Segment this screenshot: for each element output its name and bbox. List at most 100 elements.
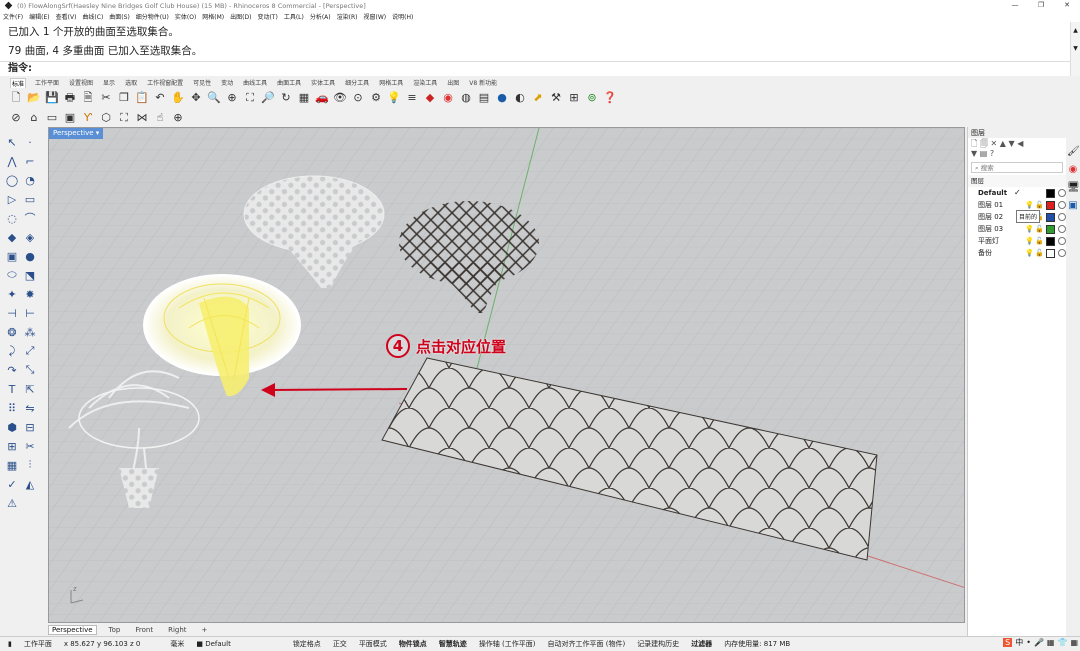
menu-item[interactable]: 曲线(C) (82, 12, 103, 21)
menu-item[interactable]: 文件(F) (3, 12, 23, 21)
command-prompt[interactable]: 指令: (0, 61, 1070, 76)
layer-color-swatch[interactable] (1046, 237, 1055, 246)
check-icon[interactable]: ✓ (4, 476, 20, 492)
status-toggle[interactable]: 正交 (333, 640, 347, 648)
gumball-icon[interactable]: ⊕ (170, 110, 186, 126)
grid-array-icon[interactable]: ⊞ (4, 438, 20, 454)
grid-icon[interactable]: ⊞ (566, 90, 582, 106)
rotate-icon[interactable]: ↷ (4, 362, 20, 378)
lock-icon[interactable]: 🔓 (1035, 247, 1044, 259)
join-icon[interactable]: ⁂ (22, 324, 38, 340)
properties-icon[interactable]: 🗎 (80, 90, 96, 106)
polyline-icon[interactable]: ⋀ (4, 153, 20, 169)
status-toggle[interactable]: 操作轴 (工作平面) (479, 640, 536, 648)
layer-color-swatch[interactable] (1046, 225, 1055, 234)
toolbar-tab[interactable]: 工作平面 (34, 78, 60, 87)
surface-icon[interactable]: ◆ (4, 229, 20, 245)
layer-color-swatch[interactable] (1046, 201, 1055, 210)
paint-icon[interactable]: ⚠ (4, 495, 20, 511)
zoom-extents-icon[interactable]: ⛶ (242, 90, 258, 106)
scroll-up-icon[interactable]: ▲ (1071, 22, 1080, 40)
toolbar-tab[interactable]: 网格工具 (378, 78, 404, 87)
layer-row[interactable]: 图层 03 💡 🔓 (968, 223, 1066, 235)
move-up-icon[interactable]: ▲ (1000, 139, 1006, 148)
cut-icon[interactable]: ✂ (98, 90, 114, 106)
scale-icon[interactable]: ⤡ (22, 362, 38, 378)
scroll-down-icon[interactable]: ▼ (1071, 40, 1080, 58)
display-tab-icon[interactable]: 🖥 (1067, 182, 1080, 194)
delete-layer-icon[interactable]: ✕ (991, 139, 998, 148)
paste-icon[interactable]: 📋 (134, 90, 150, 106)
sphere-solid-icon[interactable]: ● (22, 248, 38, 264)
new-file-icon[interactable]: 🗋 (8, 90, 24, 106)
tray-dot-icon[interactable]: • (1026, 638, 1031, 647)
dimension-icon[interactable]: ⇱ (22, 381, 38, 397)
mesh-icon[interactable]: ⋈ (134, 110, 150, 126)
mic-icon[interactable]: 🎤 (1034, 638, 1044, 647)
toolbar-tab[interactable]: 显示 (102, 78, 116, 87)
cplane-label[interactable]: 工作平面 (24, 639, 52, 649)
zoom-icon[interactable]: 🔍 (206, 90, 222, 106)
layer-color-swatch[interactable] (1046, 189, 1055, 198)
minimize-button[interactable]: — (1002, 0, 1028, 11)
copy-icon[interactable]: ❐ (116, 90, 132, 106)
menu-item[interactable]: 分析(A) (310, 12, 331, 21)
move-down-icon[interactable]: ▼ (1008, 139, 1014, 148)
ime-icon[interactable]: S (1003, 638, 1013, 647)
group-icon[interactable]: ⬢ (4, 419, 20, 435)
toolbar-tab[interactable]: 工作视窗配置 (146, 78, 184, 87)
snap-icon[interactable]: ⚙ (368, 90, 384, 106)
menu-item[interactable]: 网格(M) (202, 12, 224, 21)
toolbar-tab[interactable]: 渲染工具 (412, 78, 438, 87)
material-icon[interactable]: ◆ (422, 90, 438, 106)
print-icon[interactable]: 🖶 (62, 90, 78, 106)
arc-icon[interactable]: ◔ (22, 172, 38, 188)
rotate-view-icon[interactable]: ↻ (278, 90, 294, 106)
sphere-icon[interactable]: ● (494, 90, 510, 106)
maximize-button[interactable]: ❐ (1028, 0, 1054, 11)
render-icon[interactable]: ▤ (476, 90, 492, 106)
mesh-tool-icon[interactable]: ✦ (4, 286, 20, 302)
status-toggle[interactable]: 平面模式 (359, 640, 387, 648)
save-icon[interactable]: 💾 (44, 90, 60, 106)
curve-icon[interactable]: ⌐ (22, 153, 38, 169)
layer-color-swatch[interactable] (1046, 249, 1055, 258)
scene-canvas[interactable]: z (49, 128, 965, 623)
keyboard-icon[interactable]: ▦ (1047, 638, 1055, 647)
trim-icon[interactable]: ⊣ (4, 305, 20, 321)
collapse-icon[interactable]: ◀ (1017, 139, 1023, 148)
material-radio[interactable] (1058, 189, 1066, 197)
status-toggle[interactable]: 过滤器 (691, 640, 712, 648)
loft-icon[interactable]: ◈ (22, 229, 38, 245)
extrude-icon[interactable]: ⬔ (22, 267, 38, 283)
toolbar-tab[interactable]: 选取 (124, 78, 138, 87)
tab-perspective[interactable]: Perspective (48, 625, 97, 635)
current-layer[interactable]: ■ Default (196, 640, 242, 648)
menu-item[interactable]: 编辑(E) (29, 12, 49, 21)
filter-layers-icon[interactable]: ▼ (971, 149, 977, 158)
analyze-icon[interactable]: ◭ (22, 476, 38, 492)
status-toggle[interactable]: 记录建构历史 (637, 640, 679, 648)
lock-icon[interactable]: ⊙ (350, 90, 366, 106)
cplane-icon[interactable]: ⌂ (26, 110, 42, 126)
menu-item[interactable]: 视窗(W) (364, 12, 387, 21)
viewport-tab[interactable]: Top (106, 626, 124, 634)
menu-item[interactable]: 工具(L) (284, 12, 304, 21)
menu-item[interactable]: 说明(H) (392, 12, 413, 21)
menu-item[interactable]: 渲染(R) (337, 12, 358, 21)
toolbar-tab[interactable]: 实体工具 (310, 78, 336, 87)
hatch-icon[interactable]: ⫶ (22, 457, 38, 473)
menu-item[interactable]: 实体(O) (175, 12, 196, 21)
command-scrollbar[interactable]: ▲ ▼ (1070, 22, 1080, 76)
triangle-icon[interactable]: ▷ (4, 191, 20, 207)
status-toggle[interactable]: 自动对齐工作平面 (物件) (548, 640, 626, 648)
menu-grid-icon[interactable]: ▦ (1070, 638, 1078, 647)
display-mode-icon[interactable]: ◍ (458, 90, 474, 106)
select-arrow-icon[interactable]: ↖ (4, 134, 20, 150)
menu-item[interactable]: 查看(V) (56, 12, 77, 21)
viewport-layout-icon[interactable]: ▦ (296, 90, 312, 106)
lightbulb-icon[interactable]: 💡 (1025, 247, 1034, 259)
material-radio[interactable] (1058, 237, 1066, 245)
zoom-window-icon[interactable]: ⊕ (224, 90, 240, 106)
layer-row[interactable]: Default ✓ (968, 187, 1066, 199)
